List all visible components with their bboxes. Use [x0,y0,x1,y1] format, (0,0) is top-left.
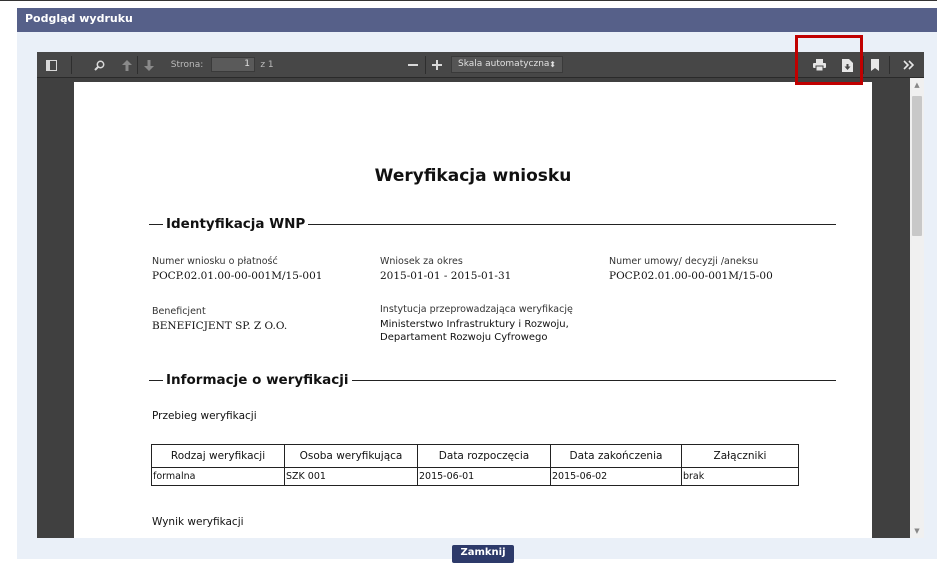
beneficiary-label: Beneficjent [152,306,206,317]
institution-value-line2: Departament Rozwoju Cyfrowego [380,332,548,343]
table-header: Rodzaj weryfikacji [151,444,285,468]
highlight-box [795,35,863,85]
section-identification-title: Identyfikacja WNP [166,216,306,232]
scroll-down-icon[interactable]: ▼ [910,524,924,538]
table-cell: brak [681,467,799,486]
scrollbar-thumb[interactable] [912,96,922,236]
table-cell: SZK 001 [284,467,418,486]
search-icon[interactable] [89,52,109,78]
pdf-toolbar: Strona: 1 z 1 Skala automatyczna ⬍ [37,52,924,78]
table-cell: 2015-06-01 [417,467,551,486]
toolbar-separator [889,56,890,74]
beneficiary-value: BENEFICJENT SP. Z O.O. [152,320,288,332]
zoom-select-value: Skala automatyczna [458,59,550,69]
toolbar-separator [137,56,138,74]
sidebar-toggle-icon[interactable] [41,52,61,78]
chevron-updown-icon: ⬍ [549,60,556,69]
page-total: z 1 [260,60,274,70]
zoom-in-icon[interactable] [429,52,445,78]
vertical-scrollbar[interactable]: ▲ ▼ [910,78,924,538]
page-number-input[interactable]: 1 [211,57,255,72]
table-row: formalna SZK 001 2015-06-01 2015-06-02 b… [151,467,799,486]
pdf-viewer: Strona: 1 z 1 Skala automatyczna ⬍ Weryf… [37,52,924,538]
institution-value-line1: Ministerstwo Infrastruktury i Rozwoju, [380,319,569,330]
verification-course-heading: Przebieg weryfikacji [152,410,257,422]
document-area[interactable]: Weryfikacja wniosku Identyfikacja WNP Nu… [37,78,910,538]
table-header: Załączniki [681,444,799,468]
previous-page-icon[interactable] [119,52,135,78]
close-button[interactable]: Zamknij [452,545,514,563]
scroll-up-icon[interactable]: ▲ [910,78,924,92]
section-verification-info: Informacje o weryfikacji [149,370,836,390]
section-verification-info-title: Informacje o weryfikacji [166,372,349,388]
section-identification: Identyfikacja WNP [149,214,836,234]
window-top-edge [0,0,937,7]
page-label: Strona: [170,60,204,70]
zoom-out-icon[interactable] [405,52,421,78]
zoom-select[interactable]: Skala automatyczna ⬍ [451,56,563,73]
document-title: Weryfikacja wniosku [374,166,572,186]
contract-value: POCP.02.01.00-00-001M/15-00 [609,270,773,282]
table-cell: 2015-06-02 [550,467,682,486]
request-number-value: POCP.02.01.00-00-001M/15-001 [152,270,323,282]
period-label: Wniosek za okres [380,256,463,267]
request-number-label: Numer wniosku o płatność [152,256,278,267]
verification-result-heading: Wynik weryfikacji [152,516,244,528]
toolbar-separator [425,56,426,74]
section-heading: Informacje o weryfikacji [149,370,352,390]
next-page-icon[interactable] [141,52,157,78]
bookmark-icon[interactable] [867,52,883,78]
table-header: Data zakończenia [550,444,682,468]
period-value: 2015-01-01 - 2015-01-31 [380,270,512,282]
contract-label: Numer umowy/ decyzji /aneksu [609,256,759,267]
tools-icon[interactable] [899,52,917,78]
pdf-page: Weryfikacja wniosku Identyfikacja WNP Nu… [74,82,872,538]
section-dash [149,223,163,225]
table-header: Data rozpoczęcia [417,444,551,468]
table-header: Osoba weryfikująca [284,444,418,468]
institution-label: Instytucja przeprowadzająca weryfikację [380,304,573,315]
section-heading: Identyfikacja WNP [149,214,309,234]
table-header-row: Rodzaj weryfikacji Osoba weryfikująca Da… [151,444,799,468]
table-cell: formalna [151,467,285,486]
dialog-title: Podgląd wydruku [17,8,937,32]
section-dash [149,379,163,381]
toolbar-separator [71,56,72,74]
toolbar-separator [863,56,864,74]
verification-table: Rodzaj weryfikacji Osoba weryfikująca Da… [151,444,799,486]
